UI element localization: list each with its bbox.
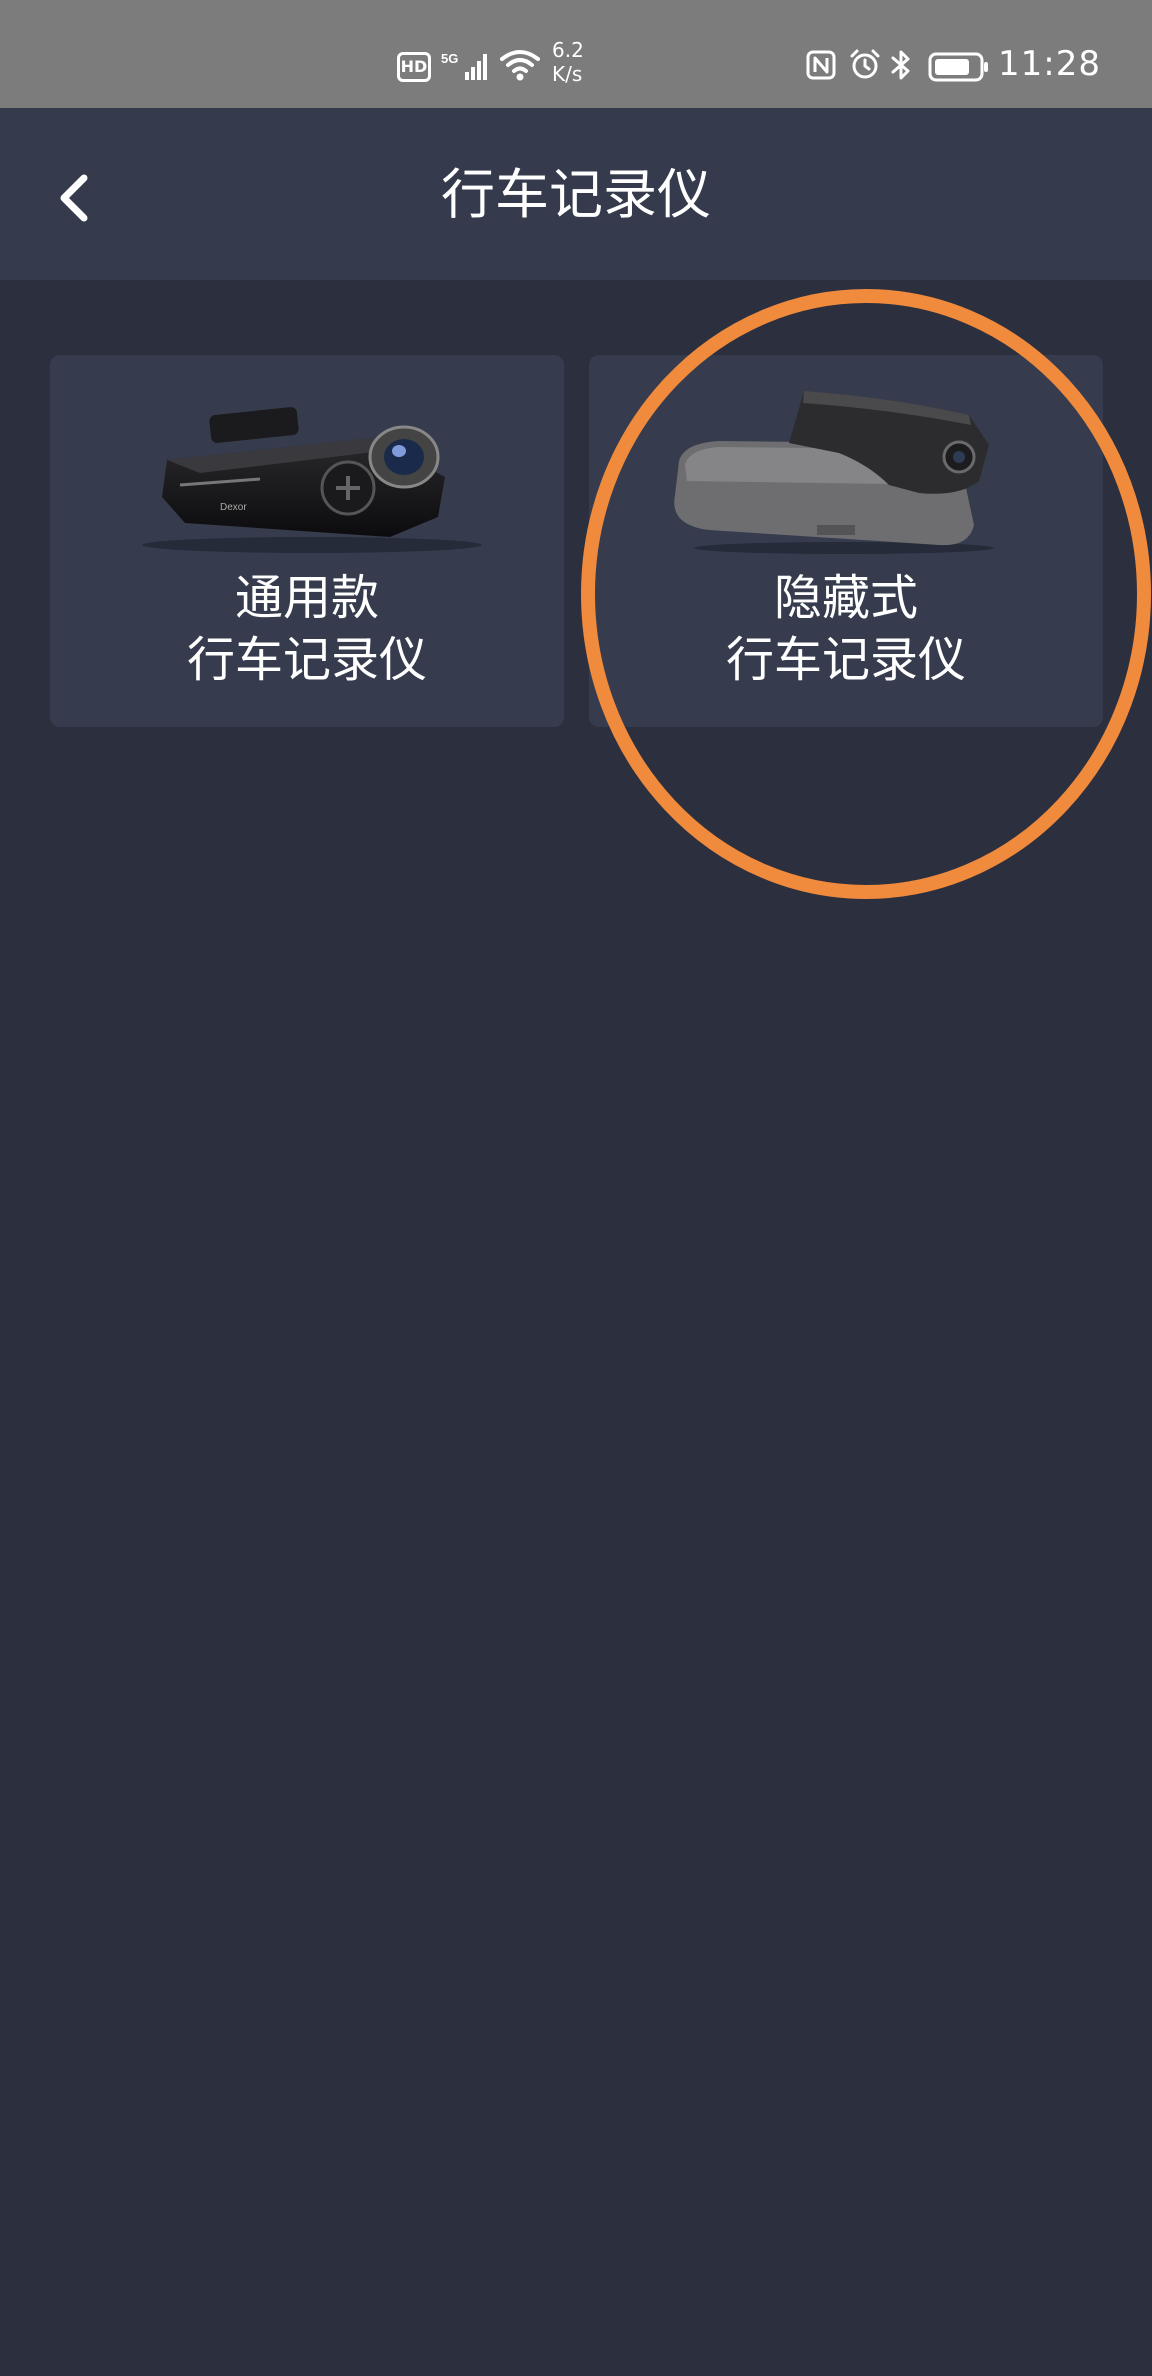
app-header: 行车记录仪 (0, 108, 1152, 280)
page-title: 行车记录仪 (441, 163, 711, 226)
svg-text:Dexor: Dexor (220, 502, 247, 513)
dashcam-hidden-card[interactable]: 隐藏式 行车记录仪 (589, 355, 1103, 727)
dashcam-hidden-label: 隐藏式 行车记录仪 (589, 567, 1103, 691)
status-bar: HD 5G 6.2 K/s 11:28 (0, 0, 1152, 108)
status-time: 11:28 (998, 44, 1101, 84)
card-label-line1: 通用款 (234, 570, 379, 626)
signal-icon: 5G (441, 51, 487, 80)
card-label-line2: 行车记录仪 (725, 632, 966, 688)
battery-icon (928, 52, 988, 82)
card-label-line2: 行车记录仪 (186, 632, 427, 688)
dashcam-generic-card[interactable]: Dexor 通用款 行车记录仪 (50, 355, 564, 727)
bluetooth-icon (891, 50, 910, 80)
wifi-icon (500, 50, 540, 81)
alarm-icon (850, 49, 880, 79)
dashcam-hidden-mirror-image (674, 391, 994, 554)
speed-unit: K/s (552, 62, 583, 86)
svg-text:5G: 5G (441, 51, 458, 66)
network-speed: 6.2 K/s (552, 38, 584, 86)
speed-value: 6.2 (552, 38, 584, 62)
nfc-icon (806, 50, 836, 80)
card-label-line1: 隐藏式 (773, 570, 918, 626)
hd-badge: HD (397, 52, 431, 82)
dashcam-generic-label: 通用款 行车记录仪 (50, 567, 564, 691)
dashcam-generic-image: Dexor (142, 407, 482, 553)
